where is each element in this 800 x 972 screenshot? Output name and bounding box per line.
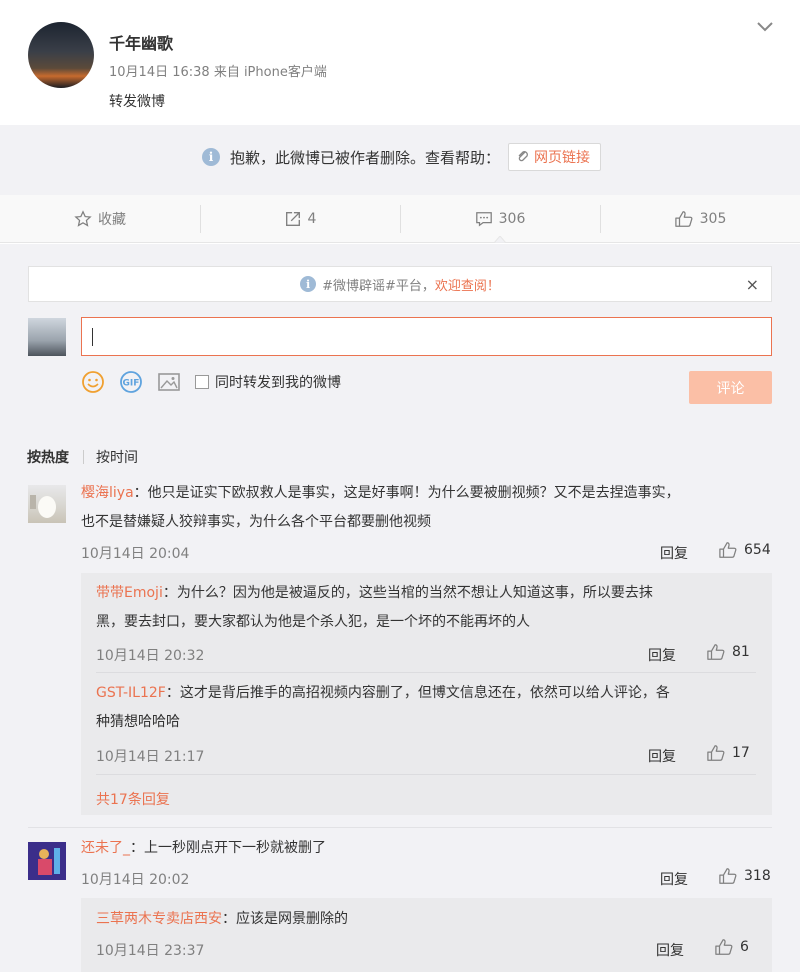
repost-checkbox-label: 同时转发到我的微博 — [215, 375, 341, 391]
like-count: 654 — [744, 542, 771, 558]
reply-button[interactable]: 回复 — [660, 543, 688, 563]
tab-sort-hot[interactable]: 按热度 — [27, 447, 69, 467]
chevron-down-icon[interactable] — [756, 20, 774, 34]
comment-text: ：上一秒刚点开下一秒就被删了 — [130, 840, 326, 856]
comment-body: 樱海liya：他只是证实下欧叔救人是事实，这是好事啊！为什么要被删视频？又不是去… — [81, 479, 680, 508]
sort-tabs: 按热度 按时间 — [27, 447, 138, 467]
comment-button[interactable]: 306 — [400, 195, 600, 242]
reply-divider — [96, 774, 756, 775]
reply-body: 三草两木专卖店西安：应该是网景删除的 — [96, 905, 348, 934]
reply-button[interactable]: 回复 — [648, 645, 676, 665]
reply-button[interactable]: 回复 — [660, 869, 688, 889]
comment-divider — [28, 827, 772, 828]
info-icon: i — [300, 276, 317, 292]
repost-button[interactable]: 4 — [200, 195, 400, 242]
thumbs-up-icon — [719, 542, 737, 558]
comment-icon — [475, 211, 492, 227]
gif-icon[interactable]: GIF — [119, 370, 143, 394]
comment-count: 306 — [498, 210, 526, 227]
more-replies-link[interactable]: 共17条回复 — [96, 789, 170, 809]
reply-text: ：为什么？因为他是被逼反的，这些当棺的当然不想让人知道这事，所以要去抹 — [162, 585, 653, 601]
web-link-label: 网页链接 — [534, 150, 591, 166]
reply-button[interactable]: 回复 — [648, 746, 676, 766]
favorite-button[interactable]: 收藏 — [0, 195, 200, 242]
commenter-name[interactable]: 樱海liya — [81, 485, 134, 501]
comment-body: 还未了_：上一秒刚点开下一秒就被删了 — [81, 834, 326, 863]
like-count: 17 — [732, 745, 750, 761]
post-meta: 10月14日 16:38 来自 iPhone客户端 — [109, 65, 327, 80]
comment-like-button[interactable]: 318 — [718, 867, 771, 885]
reply-divider — [96, 672, 756, 673]
comment-time: 10月14日 20:02 — [81, 872, 190, 888]
commenter-avatar[interactable] — [28, 842, 66, 880]
image-icon[interactable] — [157, 371, 181, 393]
comment-text-cont: 也不是替嫌疑人狡辩事实，为什么各个平台都要删他视频 — [81, 514, 431, 530]
repost-count: 4 — [307, 210, 317, 227]
like-count: 318 — [744, 868, 771, 884]
caret-pointer — [494, 236, 506, 243]
comment-like-button[interactable]: 654 — [718, 541, 771, 559]
composer-tools: GIF 同时转发到我的微博 — [81, 370, 341, 394]
tab-sort-time[interactable]: 按时间 — [96, 447, 138, 467]
thumbs-up-icon — [707, 644, 725, 660]
author-avatar[interactable] — [28, 22, 94, 88]
comment-input[interactable] — [81, 317, 772, 356]
author-name[interactable]: 千年幽歌 — [109, 30, 173, 54]
like-button[interactable]: 305 — [600, 195, 800, 242]
emoji-icon[interactable] — [81, 370, 105, 394]
web-link-button[interactable]: 网页链接 — [508, 143, 602, 171]
reply-time: 10月14日 21:17 — [96, 749, 205, 765]
thumbs-up-icon — [674, 210, 693, 227]
close-icon[interactable]: × — [746, 275, 759, 294]
comment-time: 10月14日 20:04 — [81, 546, 190, 562]
sort-divider — [83, 450, 84, 464]
like-count: 305 — [699, 210, 727, 227]
notice-text: #微博辟谣#平台， — [322, 278, 435, 294]
info-icon: i — [202, 148, 220, 166]
reply-time: 10月14日 23:37 — [96, 943, 205, 959]
replier-name[interactable]: 三草两木专卖店西安 — [96, 911, 222, 927]
reply-text: ：这才是背后推手的高招视频内容删了，但博文信息还在，依然可以给人评论，各 — [165, 685, 670, 701]
deleted-message: 抱歉，此微博已被作者删除。查看帮助： — [230, 148, 501, 167]
repost-checkbox[interactable] — [195, 375, 209, 389]
reply-like-button[interactable]: 6 — [714, 938, 749, 956]
reply-text-cont: 黑，要去封口，要大家都认为他是个杀人犯，是一个坏的不能再坏的人 — [96, 614, 530, 630]
current-user-avatar — [28, 318, 66, 356]
replier-name[interactable]: GST-IL12F — [96, 685, 166, 701]
thumbs-up-icon — [707, 745, 725, 761]
replier-name[interactable]: 带带Emoji — [96, 585, 163, 601]
thumbs-up-icon — [719, 868, 737, 884]
reply-time: 10月14日 20:32 — [96, 648, 205, 664]
favorite-label: 收藏 — [98, 211, 126, 228]
notice-link[interactable]: 欢迎查阅！ — [435, 275, 500, 294]
post-text: 转发微博 — [109, 94, 165, 110]
thumbs-up-icon — [715, 939, 733, 955]
reply-body: GST-IL12F：这才是背后推手的高招视频内容删了，但博文信息还在，依然可以给… — [96, 679, 670, 708]
link-icon — [518, 151, 528, 162]
svg-text:GIF: GIF — [123, 379, 140, 389]
reply-body: 带带Emoji：为什么？因为他是被逼反的，这些当棺的当然不想让人知道这事，所以要… — [96, 579, 653, 608]
submit-comment-button[interactable]: 评论 — [689, 371, 772, 404]
action-bar: 收藏 4 306 305 — [0, 195, 800, 243]
like-count: 81 — [732, 644, 750, 660]
commenter-name[interactable]: 还未了_ — [81, 840, 130, 856]
reply-like-button[interactable]: 17 — [706, 744, 750, 762]
reply-text-cont: 种猜想哈哈哈 — [96, 714, 180, 730]
commenter-avatar[interactable] — [28, 485, 66, 523]
post-header: 千年幽歌 10月14日 16:38 来自 iPhone客户端 转发微博 — [0, 0, 800, 125]
share-icon — [285, 211, 300, 226]
reply-like-button[interactable]: 81 — [706, 643, 750, 661]
deleted-notice: i 抱歉，此微博已被作者删除。查看帮助： 网页链接 — [0, 125, 800, 195]
star-icon — [74, 209, 92, 227]
comment-text: ：他只是证实下欧叔救人是事实，这是好事啊！为什么要被删视频？又不是去捏造事实， — [133, 485, 680, 501]
reply-text: ：应该是网景删除的 — [222, 911, 348, 927]
like-count: 6 — [740, 939, 749, 955]
rumor-notice: i #微博辟谣#平台， 欢迎查阅！ × — [28, 266, 772, 302]
reply-button[interactable]: 回复 — [656, 940, 684, 960]
comment-section: i #微博辟谣#平台， 欢迎查阅！ × GIF 同时转发到我的微博 评论 按热度… — [0, 244, 800, 972]
